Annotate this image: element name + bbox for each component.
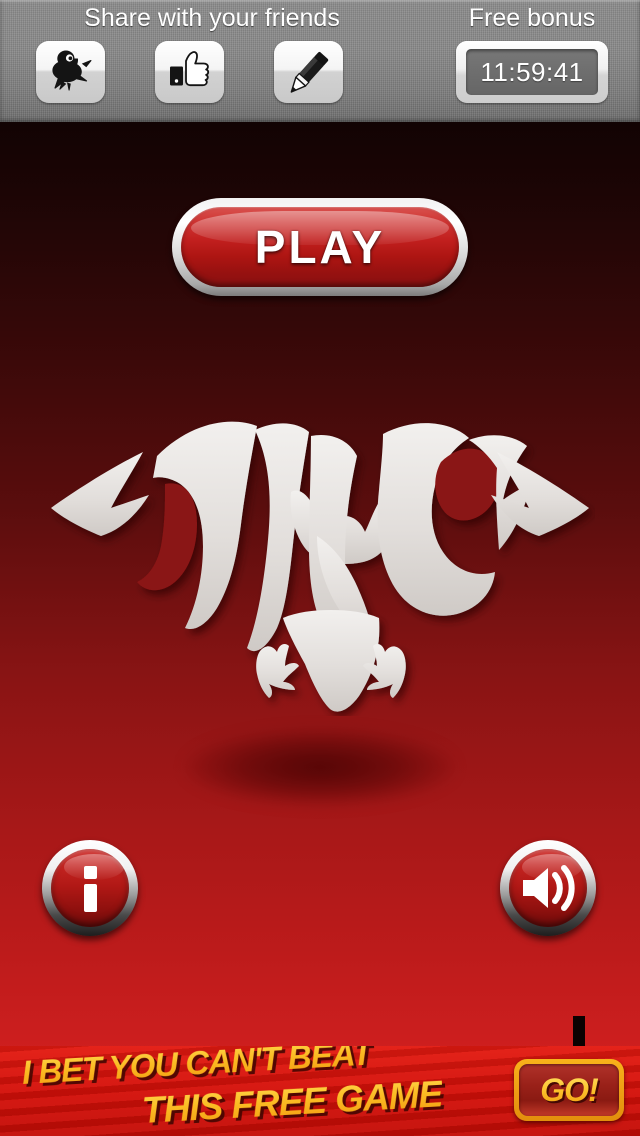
twitter-share-button[interactable] xyxy=(36,41,105,103)
timer-display: 11:59:41 xyxy=(466,49,598,95)
timer-value: 11:59:41 xyxy=(480,56,584,87)
ad-text-block: I BET YOU CAN'T BEAT THIS FREE GAME xyxy=(14,1046,504,1131)
sound-toggle-button[interactable] xyxy=(500,840,596,936)
speaker-icon xyxy=(523,865,575,911)
bird-icon xyxy=(52,50,92,91)
facebook-share-button[interactable] xyxy=(155,41,224,103)
dino-bat-logo-icon xyxy=(51,421,589,712)
share-heading: Share with your friends xyxy=(84,4,340,32)
compose-share-button[interactable] xyxy=(274,41,343,103)
play-button-label: PLAY xyxy=(254,221,386,273)
info-icon xyxy=(84,866,97,912)
ad-indicator-mark xyxy=(573,1016,585,1046)
ad-go-button-face: GO! xyxy=(519,1064,619,1116)
pencil-icon xyxy=(290,52,329,93)
game-logo xyxy=(45,396,595,716)
logo-drop-shadow xyxy=(185,728,455,806)
thumbs-up-icon xyxy=(170,51,210,87)
info-button[interactable] xyxy=(42,840,138,936)
play-button[interactable]: PLAY xyxy=(172,198,468,296)
free-bonus-heading: Free bonus xyxy=(468,4,596,32)
top-bar: Share with your friends Free bonus 11:59… xyxy=(0,0,640,122)
app-screen: Share with your friends Free bonus 11:59… xyxy=(0,0,640,1136)
ad-go-label: GO! xyxy=(540,1071,598,1108)
play-button-face: PLAY xyxy=(181,207,459,287)
free-bonus-timer[interactable]: 11:59:41 xyxy=(456,41,608,103)
ad-go-button[interactable]: GO! xyxy=(514,1059,624,1121)
